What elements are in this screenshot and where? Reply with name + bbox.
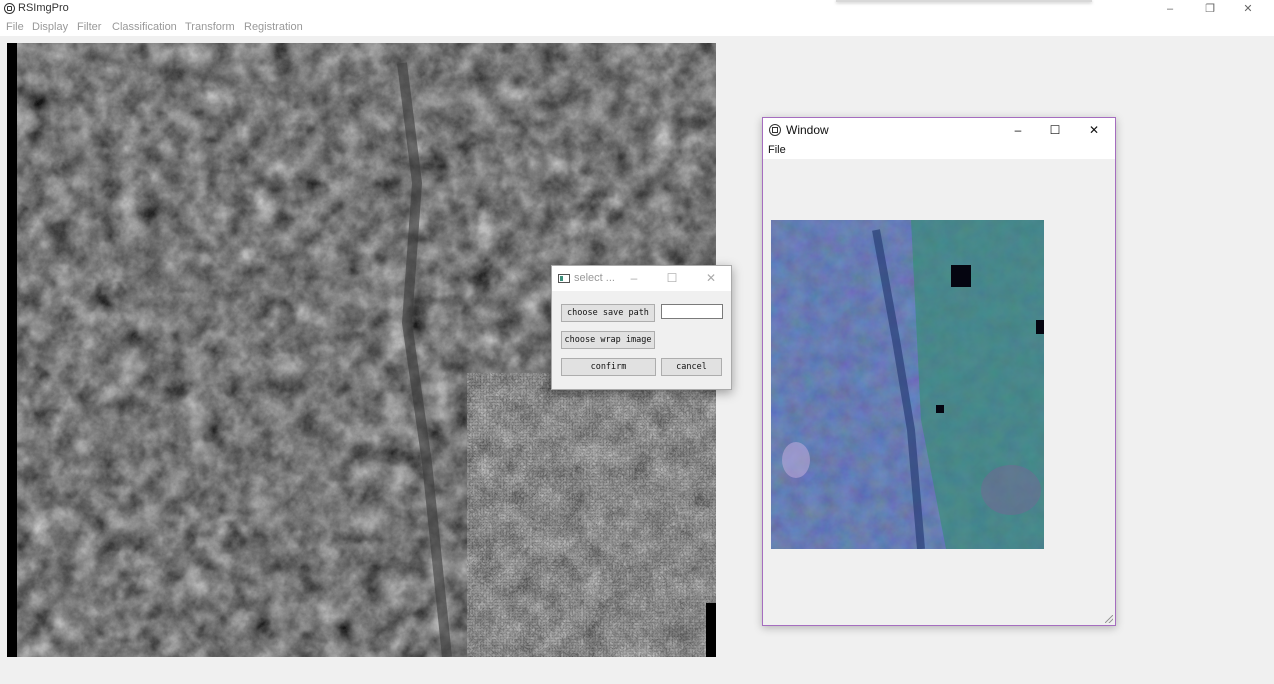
- restore-button[interactable]: ❐: [1192, 0, 1228, 18]
- child-window-title: Window: [786, 123, 829, 137]
- child-maximize-button[interactable]: ☐: [1036, 118, 1074, 142]
- cancel-button[interactable]: cancel: [661, 358, 722, 376]
- confirm-button[interactable]: confirm: [561, 358, 656, 376]
- save-path-input[interactable]: [661, 304, 723, 319]
- app-titlebar: RSImgPro – ❐ ✕: [0, 0, 1274, 18]
- minimize-button[interactable]: –: [1152, 0, 1188, 18]
- child-menu-file[interactable]: File: [768, 144, 786, 156]
- menu-file[interactable]: File: [6, 21, 24, 33]
- dialog-minimize-button[interactable]: –: [620, 266, 648, 291]
- menubar: File Display Filter Classification Trans…: [0, 18, 1274, 36]
- app-logo-icon: [4, 3, 15, 14]
- select-dialog-titlebar[interactable]: select ... – ☐ ✕: [552, 266, 731, 291]
- child-close-button[interactable]: ✕: [1075, 118, 1113, 142]
- menu-filter[interactable]: Filter: [77, 21, 101, 33]
- choose-wrap-image-button[interactable]: choose wrap image: [561, 331, 655, 349]
- app-title: RSImgPro: [18, 2, 69, 14]
- dialog-maximize-button[interactable]: ☐: [658, 266, 686, 291]
- menu-classification[interactable]: Classification: [112, 21, 177, 33]
- select-dialog: select ... – ☐ ✕ choose save path choose…: [551, 265, 732, 390]
- child-window: Window – ☐ ✕ File: [762, 117, 1116, 626]
- child-window-menubar: File: [763, 142, 1115, 159]
- select-dialog-title: select ...: [574, 272, 615, 284]
- child-window-titlebar[interactable]: Window – ☐ ✕: [763, 118, 1115, 142]
- menu-display[interactable]: Display: [32, 21, 68, 33]
- window-logo-icon: [769, 124, 781, 136]
- dialog-app-icon: [558, 274, 570, 283]
- false-color-satellite-image: [771, 220, 1044, 550]
- menu-registration[interactable]: Registration: [244, 21, 303, 33]
- close-button[interactable]: ✕: [1230, 0, 1266, 18]
- menu-transform[interactable]: Transform: [185, 21, 235, 33]
- child-minimize-button[interactable]: –: [999, 118, 1037, 142]
- resize-grip[interactable]: [1105, 615, 1113, 623]
- choose-save-path-button[interactable]: choose save path: [561, 304, 655, 322]
- dialog-close-button[interactable]: ✕: [697, 266, 725, 291]
- background-window-edge: [836, 0, 1092, 2]
